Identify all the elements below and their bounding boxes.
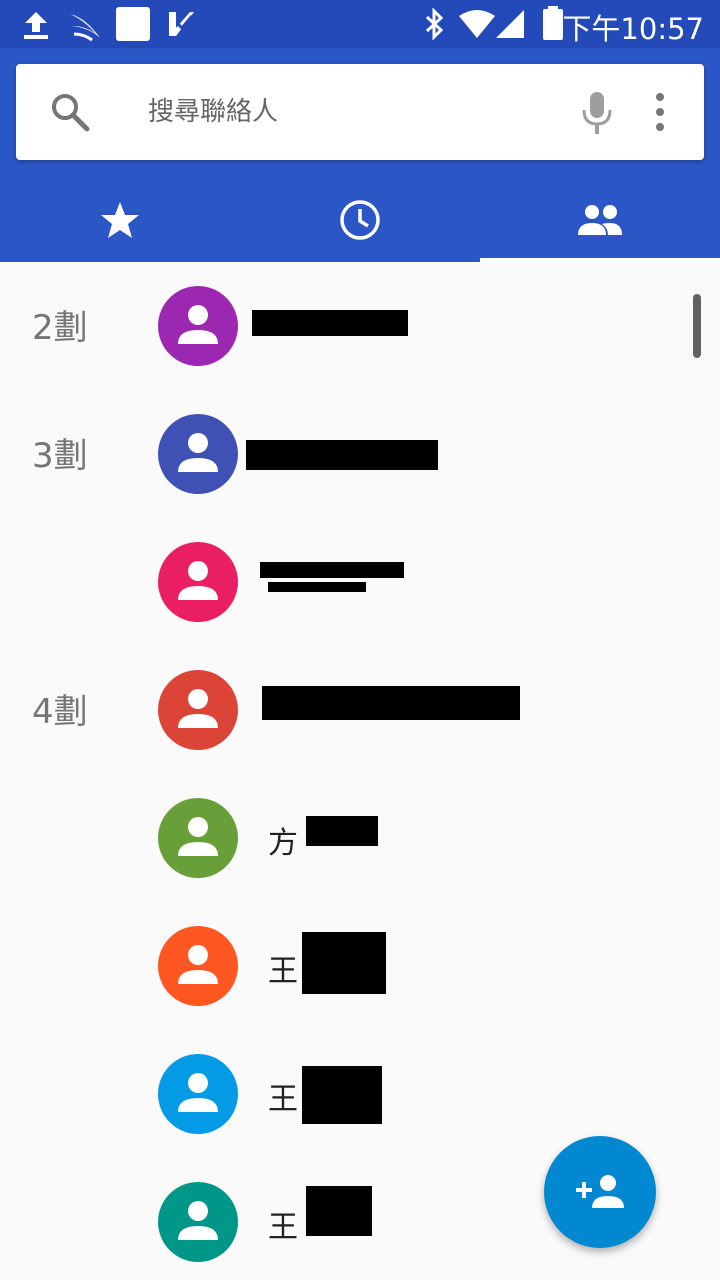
- app-logo-icon: [70, 14, 100, 42]
- person-icon: [178, 1201, 218, 1240]
- redaction-block: [260, 562, 404, 578]
- contact-name: 王: [268, 1082, 298, 1117]
- section-label: 3劃: [32, 436, 88, 476]
- contact-name: 王: [268, 954, 298, 989]
- redaction-block: [252, 310, 408, 336]
- redaction-block: [246, 440, 438, 470]
- add-contact-button[interactable]: [544, 1136, 656, 1248]
- avatar[interactable]: [158, 286, 238, 366]
- person-icon: [178, 689, 218, 728]
- wifi-icon: [459, 10, 495, 38]
- search-box[interactable]: [16, 64, 704, 160]
- signal-icon: [496, 10, 524, 38]
- redaction-block: [268, 582, 366, 592]
- clock-icon: [340, 200, 380, 240]
- section-label: 4劃: [32, 692, 88, 732]
- avatar[interactable]: [158, 1182, 238, 1262]
- battery-icon: [543, 6, 563, 40]
- check-app-icon: [169, 12, 194, 36]
- scrollbar[interactable]: [693, 294, 701, 358]
- status-time: 下午10:57: [562, 12, 704, 46]
- search-input[interactable]: [148, 90, 548, 134]
- contact-name: 王: [268, 1210, 298, 1245]
- tab-contacts[interactable]: [480, 178, 720, 262]
- list-item[interactable]: [0, 518, 720, 646]
- avatar[interactable]: [158, 798, 238, 878]
- list-item[interactable]: 王: [0, 902, 720, 1030]
- redaction-block: [306, 816, 378, 846]
- person-icon: [178, 433, 218, 472]
- contact-name: 方: [268, 826, 298, 861]
- redaction-block: [302, 1066, 382, 1124]
- add-person-icon: [576, 1175, 624, 1208]
- list-item[interactable]: 2劃: [0, 262, 720, 390]
- redaction-block: [306, 1186, 372, 1236]
- star-icon: [101, 202, 139, 238]
- search-icon[interactable]: [50, 92, 90, 132]
- avatar[interactable]: [158, 1054, 238, 1134]
- people-icon: [578, 205, 622, 235]
- app-bar: [0, 48, 720, 262]
- list-item[interactable]: 方: [0, 774, 720, 902]
- redaction-block: [262, 686, 520, 720]
- more-options-icon[interactable]: [652, 92, 668, 132]
- avatar[interactable]: [158, 414, 238, 494]
- list-item[interactable]: 3劃: [0, 390, 720, 518]
- person-icon: [178, 1073, 218, 1112]
- tab-recents[interactable]: [240, 178, 480, 262]
- bluetooth-icon: [425, 8, 444, 40]
- person-icon: [178, 561, 218, 600]
- avatar[interactable]: [158, 542, 238, 622]
- section-label: 2劃: [32, 308, 88, 348]
- status-bar: 下午10:57: [0, 0, 720, 48]
- person-icon: [178, 305, 218, 344]
- redaction-block: [302, 932, 386, 994]
- tab-bar: [0, 178, 720, 262]
- person-icon: [178, 817, 218, 856]
- contact-list[interactable]: 2劃 3劃 4劃 方 王 王 王: [0, 262, 720, 1280]
- microphone-icon[interactable]: [580, 90, 614, 136]
- list-item[interactable]: 4劃: [0, 646, 720, 774]
- tab-favorites[interactable]: [0, 178, 240, 262]
- person-icon: [178, 945, 218, 984]
- avatar[interactable]: [158, 926, 238, 1006]
- upload-icon: [24, 12, 48, 39]
- avatar[interactable]: [158, 670, 238, 750]
- square-icon: [116, 7, 150, 41]
